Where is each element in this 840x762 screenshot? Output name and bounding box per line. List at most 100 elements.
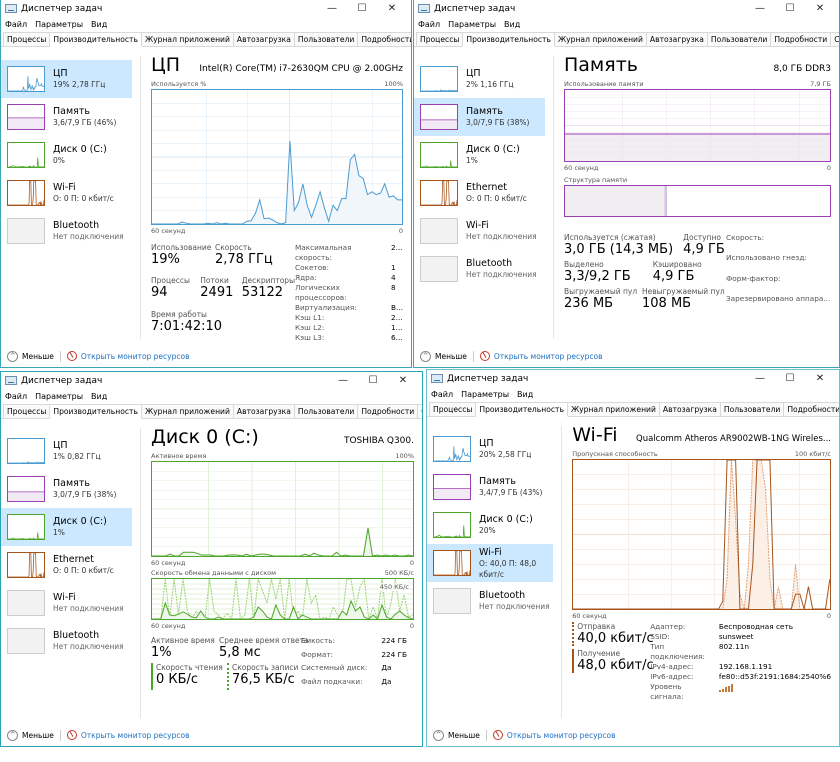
chevron-up-icon[interactable]: ^ <box>420 350 431 362</box>
tab-users[interactable]: Пользователи <box>293 404 359 418</box>
sidebar-item-none[interactable]: Wi-Fi Нет подключения <box>1 584 132 622</box>
detail-value: Да <box>381 663 392 672</box>
chevron-up-icon[interactable]: ^ <box>7 350 18 362</box>
tab-details[interactable]: Подробности <box>770 32 832 46</box>
minimize-button[interactable]: — <box>317 3 347 14</box>
tab-startup[interactable]: Автозагрузка <box>645 32 708 46</box>
hardware-reserved-label: Зарезервировано аппара... <box>726 293 831 303</box>
sidebar-item-net[interactable]: Ethernet О: 0 П: 0 кбит/с <box>414 174 545 212</box>
menu-view[interactable]: Вид <box>504 20 520 29</box>
sidebar-item-mem[interactable]: Память 3,0/7,9 ГБ (38%) <box>414 98 545 136</box>
open-resource-monitor-link[interactable]: Открыть монитор ресурсов <box>494 352 603 361</box>
tab-performance[interactable]: Производительность <box>462 32 555 47</box>
sidebar-item-none[interactable]: Bluetooth Нет подключения <box>427 582 553 620</box>
open-resource-monitor-link[interactable]: Открыть монитор ресурсов <box>81 731 190 740</box>
net-graph-thumbnail <box>420 180 458 206</box>
sidebar-item-mem[interactable]: Память 3,0/7,9 ГБ (38%) <box>1 470 132 508</box>
tab-details[interactable]: Подробности <box>357 32 411 46</box>
tab-services[interactable]: Службы <box>830 32 839 46</box>
chevron-up-icon[interactable]: ^ <box>7 729 18 741</box>
sidebar-item-status: 3,6/7,9 ГБ (46%) <box>53 118 117 127</box>
tab-details[interactable]: Подробности <box>357 404 419 418</box>
graph-label: Использование памяти <box>564 80 644 88</box>
minimize-button[interactable]: — <box>745 3 775 14</box>
sidebar-item-disk[interactable]: Диск 0 (C:) 1% <box>414 136 545 174</box>
detail-value: 4 <box>391 273 396 282</box>
maximize-button[interactable]: ☐ <box>347 3 377 14</box>
menu-file[interactable]: Файл <box>5 20 27 29</box>
sidebar-item-mem[interactable]: Память 3,4/7,9 ГБ (43%) <box>427 468 553 506</box>
sidebar-item-disk[interactable]: Диск 0 (C:) 0% <box>1 136 132 174</box>
tab-performance[interactable]: Производительность <box>49 32 142 47</box>
menu-file[interactable]: Файл <box>5 392 27 401</box>
sidebar-item-disk[interactable]: Диск 0 (C:) 20% <box>427 506 553 544</box>
tab-processes[interactable]: Процессы <box>3 404 51 418</box>
tab-processes[interactable]: Процессы <box>416 32 464 46</box>
tab-app-history[interactable]: Журнал приложений <box>566 402 660 416</box>
fewer-details-button[interactable]: Меньше <box>435 352 467 361</box>
chevron-up-icon[interactable]: ^ <box>433 729 444 741</box>
thumbnail-line <box>421 181 457 205</box>
tab-services[interactable]: Службы <box>417 404 422 418</box>
menu-options[interactable]: Параметры <box>35 20 83 29</box>
tab-startup[interactable]: Автозагрузка <box>232 32 295 46</box>
maximize-button[interactable]: ☐ <box>775 373 805 384</box>
sidebar-item-disk[interactable]: Диск 0 (C:) 1% <box>1 508 132 546</box>
close-button[interactable]: ✕ <box>388 375 418 386</box>
minimize-button[interactable]: — <box>745 373 775 384</box>
sidebar-item-cpu[interactable]: ЦП 20% 2,58 ГГц <box>427 430 553 468</box>
menu-view[interactable]: Вид <box>517 390 533 399</box>
sidebar-item-name: Wi-Fi <box>466 220 489 231</box>
tab-performance[interactable]: Производительность <box>475 402 568 417</box>
sidebar-item-cpu[interactable]: ЦП 2% 1,16 ГГц <box>414 60 545 98</box>
minimize-button[interactable]: — <box>328 375 358 386</box>
sidebar-item-none[interactable]: Bluetooth Нет подключения <box>414 250 545 288</box>
tab-performance[interactable]: Производительность <box>49 404 142 419</box>
tab-startup[interactable]: Автозагрузка <box>658 402 721 416</box>
close-button[interactable]: ✕ <box>805 3 835 14</box>
maximize-button[interactable]: ☐ <box>358 375 388 386</box>
sidebar-item-cpu[interactable]: ЦП 1% 0,82 ГГц <box>1 432 132 470</box>
disk-details: Емкость: 224 ГБ Формат: 224 ГБ Системный дис… <box>301 636 407 690</box>
tab-details[interactable]: Подробности <box>783 402 839 416</box>
menu-options[interactable]: Параметры <box>35 392 83 401</box>
sidebar-item-mem[interactable]: Память 3,6/7,9 ГБ (46%) <box>1 98 132 136</box>
sidebar-item-net[interactable]: Wi-Fi О: 40,0 П: 48,0 кбит/с <box>427 544 554 582</box>
resource-monitor-icon <box>66 730 77 740</box>
tab-app-history[interactable]: Журнал приложений <box>553 32 647 46</box>
tab-processes[interactable]: Процессы <box>3 32 51 46</box>
open-resource-monitor-link[interactable]: Открыть монитор ресурсов <box>507 731 616 740</box>
open-resource-monitor-link[interactable]: Открыть монитор ресурсов <box>81 352 190 361</box>
fewer-details-button[interactable]: Меньше <box>22 731 54 740</box>
disk-active-time-graph <box>151 461 414 557</box>
tab-users[interactable]: Пользователи <box>706 32 772 46</box>
sidebar-item-cpu[interactable]: ЦП 19% 2,78 ГГц <box>1 60 132 98</box>
close-button[interactable]: ✕ <box>377 3 407 14</box>
detail-value: 2... <box>391 243 403 252</box>
tab-app-history[interactable]: Журнал приложений <box>140 404 234 418</box>
tab-users[interactable]: Пользователи <box>293 32 359 46</box>
tab-processes[interactable]: Процессы <box>429 402 477 416</box>
menu-options[interactable]: Параметры <box>448 20 496 29</box>
sidebar-item-net[interactable]: Ethernet О: 0 П: 0 кбит/с <box>1 546 132 584</box>
menu-file[interactable]: Файл <box>431 390 453 399</box>
sidebar-item-text: ЦП 20% 2,58 ГГц <box>479 438 531 460</box>
uptime-label: Время работы <box>151 309 207 319</box>
menu-view[interactable]: Вид <box>91 20 107 29</box>
fewer-details-button[interactable]: Меньше <box>448 731 480 740</box>
tab-startup[interactable]: Автозагрузка <box>232 404 295 418</box>
detail-value: 6... <box>391 333 403 342</box>
sidebar-item-none[interactable]: Wi-Fi Нет подключения <box>414 212 545 250</box>
fewer-details-button[interactable]: Меньше <box>22 352 54 361</box>
menu-file[interactable]: Файл <box>418 20 440 29</box>
sidebar-item-net[interactable]: Wi-Fi О: 0 П: 0 кбит/с <box>1 174 132 212</box>
menu-options[interactable]: Параметры <box>461 390 509 399</box>
close-button[interactable]: ✕ <box>805 373 835 384</box>
menu-view[interactable]: Вид <box>91 392 107 401</box>
tab-users[interactable]: Пользователи <box>719 402 785 416</box>
sidebar-item-none[interactable]: Bluetooth Нет подключения <box>1 622 132 660</box>
sidebar-item-status: Нет подключения <box>466 270 537 279</box>
maximize-button[interactable]: ☐ <box>775 3 805 14</box>
sidebar-item-none[interactable]: Bluetooth Нет подключения <box>1 212 132 250</box>
tab-app-history[interactable]: Журнал приложений <box>140 32 234 46</box>
